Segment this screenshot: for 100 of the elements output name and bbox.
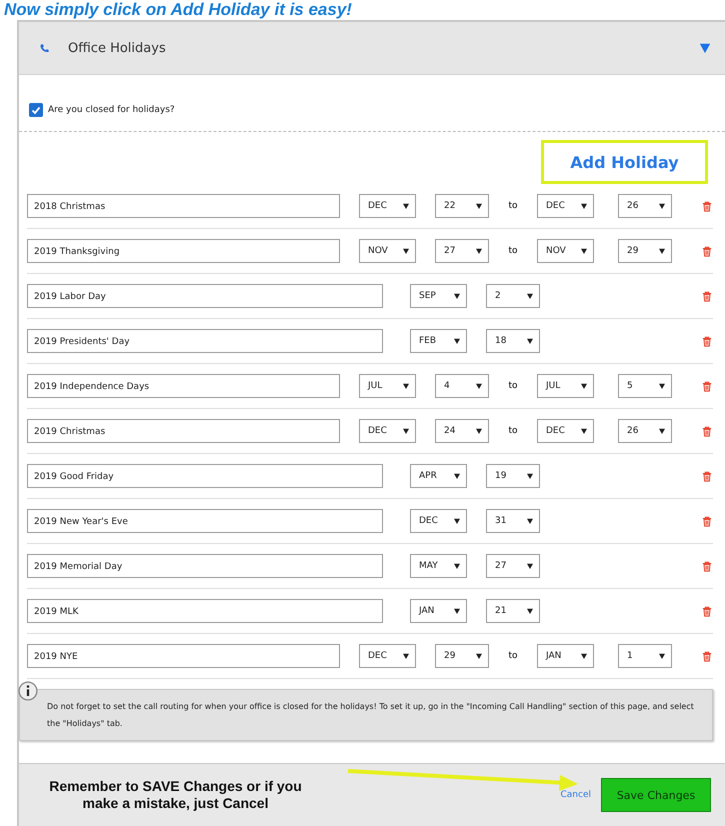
delete-icon[interactable] <box>702 516 712 526</box>
dropdown[interactable]: DEC <box>537 419 594 443</box>
dropdown[interactable]: 4 <box>435 374 489 398</box>
dropdown[interactable]: 29 <box>435 644 489 668</box>
dropdown[interactable]: 5 <box>618 374 672 398</box>
caret-icon <box>659 203 665 209</box>
dropdown[interactable]: 18 <box>486 329 540 353</box>
name-field[interactable]: 2019 Good Friday <box>27 464 383 488</box>
caret-icon <box>581 383 587 389</box>
caret-icon <box>527 293 533 299</box>
caret-icon <box>527 338 533 344</box>
caret-icon <box>659 383 665 389</box>
dropdown[interactable]: MAY <box>410 554 467 578</box>
delete-icon[interactable] <box>702 470 712 482</box>
caret-icon <box>659 653 665 659</box>
dropdown[interactable]: 2 <box>486 284 540 308</box>
dropdown[interactable]: 29 <box>618 239 672 263</box>
caret-icon <box>454 473 460 479</box>
name-field[interactable]: 2019 NYE <box>27 644 340 668</box>
caret-icon <box>454 518 460 524</box>
caret-icon <box>476 428 482 434</box>
dropdown[interactable]: APR <box>410 464 467 488</box>
delete-icon[interactable] <box>702 200 712 212</box>
caret-icon <box>581 203 587 209</box>
delete-icon[interactable] <box>702 246 712 256</box>
dropdown[interactable]: SEP <box>410 284 467 308</box>
dropdown[interactable]: DEC <box>359 644 416 668</box>
dropdown[interactable]: DEC <box>410 509 467 533</box>
dropdown[interactable]: 22 <box>435 194 489 218</box>
dropdown[interactable]: FEB <box>410 329 467 353</box>
caret-icon <box>454 338 460 344</box>
dropdown[interactable]: 31 <box>486 509 540 533</box>
dropdown[interactable]: 26 <box>618 419 672 443</box>
caret-icon <box>403 203 409 209</box>
delete-icon[interactable] <box>702 560 712 572</box>
name-field[interactable]: 2019 Independence Days <box>27 374 340 398</box>
panel-title: Office Holidays <box>68 40 167 56</box>
to-label: to <box>507 426 519 436</box>
save-button[interactable]: Save Changes <box>601 778 711 812</box>
to-label: to <box>507 381 519 391</box>
dropdown[interactable]: JAN <box>410 599 467 623</box>
name-field[interactable]: 2018 Christmas <box>27 194 340 218</box>
caret-icon <box>403 653 409 659</box>
caret-icon <box>476 203 482 209</box>
caret-icon <box>527 473 533 479</box>
name-field[interactable]: 2019 Memorial Day <box>27 554 383 578</box>
caret-icon <box>527 608 533 614</box>
dropdown[interactable]: 26 <box>618 194 672 218</box>
caret-icon <box>454 293 460 299</box>
caret-icon <box>527 518 533 524</box>
delete-icon[interactable] <box>702 606 712 616</box>
to-label: to <box>507 246 519 256</box>
dropdown[interactable]: 21 <box>486 599 540 623</box>
dropdown[interactable]: JAN <box>537 644 594 668</box>
caret-icon <box>403 383 409 389</box>
dropdown[interactable]: DEC <box>537 194 594 218</box>
dropdown[interactable]: JUL <box>537 374 594 398</box>
caret-icon <box>454 608 460 614</box>
delete-icon[interactable] <box>702 650 712 662</box>
caret-icon <box>581 248 587 254</box>
phone-icon <box>39 42 50 54</box>
delete-icon[interactable] <box>702 426 712 436</box>
add-holiday-button[interactable]: Add Holiday <box>541 140 708 184</box>
panel-header[interactable]: Office Holidays <box>19 22 725 75</box>
dropdown[interactable]: DEC <box>359 194 416 218</box>
delete-icon[interactable] <box>702 380 712 392</box>
caret-icon <box>454 563 460 569</box>
checkbox[interactable] <box>29 103 43 117</box>
caret-icon <box>476 653 482 659</box>
name-field[interactable]: 2019 New Year's Eve <box>27 509 383 533</box>
name-field[interactable]: 2019 Thanksgiving <box>27 239 340 263</box>
to-label: to <box>507 651 519 661</box>
dropdown[interactable]: DEC <box>359 419 416 443</box>
caret-icon <box>581 428 587 434</box>
caret-icon <box>581 653 587 659</box>
page-heading: Now simply click on Add Holiday it is easy! <box>3 0 353 20</box>
dropdown[interactable]: 24 <box>435 419 489 443</box>
dropdown[interactable]: 1 <box>618 644 672 668</box>
dropdown[interactable]: NOV <box>537 239 594 263</box>
checkbox-label: Are you closed for holidays? <box>48 105 175 115</box>
caret-icon <box>403 248 409 254</box>
annotation-text: Remember to SAVE Changes or if you make a mistake, just Cancel <box>48 778 303 812</box>
name-field[interactable]: 2019 Presidents' Day <box>27 329 383 353</box>
dropdown[interactable]: NOV <box>359 239 416 263</box>
dropdown[interactable]: 27 <box>435 239 489 263</box>
delete-icon[interactable] <box>702 336 712 346</box>
to-label: to <box>507 201 519 211</box>
name-field[interactable]: 2019 MLK <box>27 599 383 623</box>
dropdown[interactable]: 27 <box>486 554 540 578</box>
caret-icon <box>403 428 409 434</box>
caret-icon <box>659 248 665 254</box>
caret-icon <box>659 428 665 434</box>
name-field[interactable]: 2019 Christmas <box>27 419 340 443</box>
delete-icon[interactable] <box>702 290 712 302</box>
dropdown[interactable]: JUL <box>359 374 416 398</box>
dropdown[interactable]: 19 <box>486 464 540 488</box>
name-field[interactable]: 2019 Labor Day <box>27 284 383 308</box>
caret-icon <box>476 248 482 254</box>
caret-icon <box>476 383 482 389</box>
info-note: Do not forget to set the call routing for when your office is closed for the holidays! To set it up, go in the "Incoming Call Handling" section of this page, and select the "Holidays" tab. <box>47 701 695 730</box>
